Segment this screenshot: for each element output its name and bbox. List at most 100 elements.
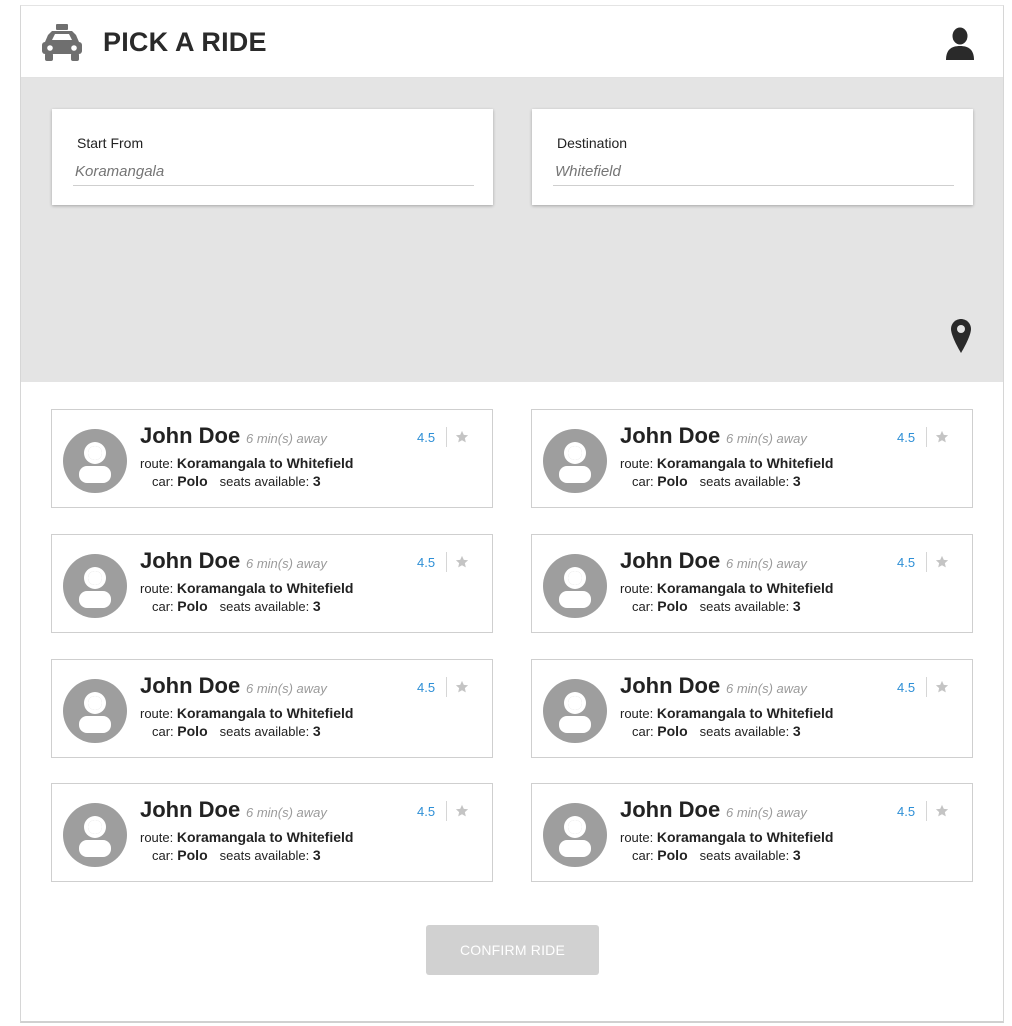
rating-value: 4.5 (897, 804, 916, 819)
ride-card[interactable]: John Doe 6 min(s) away 4.5 route: Koramanga… (51, 783, 493, 882)
rating-value: 4.5 (417, 555, 436, 570)
page-title: PICK A RIDE (103, 27, 267, 57)
driver-name: John Doe (140, 797, 241, 822)
car-info: car: Polo seats available: 3 (632, 598, 801, 614)
avatar (543, 679, 607, 743)
car-value: Polo (177, 723, 208, 739)
user-avatar-icon (559, 692, 591, 733)
avatar (63, 679, 127, 743)
eta-text: 6 min(s) away (246, 431, 327, 446)
rating-value: 4.5 (417, 430, 436, 445)
route-info: route: Koramangala to Whitefield (620, 580, 833, 596)
driver-name: John Doe (140, 548, 241, 573)
avatar (63, 803, 127, 867)
ride-card[interactable]: John Doe 6 min(s) away 4.5 route: Koramanga… (531, 659, 973, 758)
car-info: car: Polo seats available: 3 (632, 847, 801, 863)
route-info: route: Koramangala to Whitefield (620, 455, 833, 471)
rating-value: 4.5 (897, 430, 916, 445)
route-label: route: (140, 581, 174, 596)
rating-divider (446, 801, 447, 821)
route-label: route: (620, 456, 654, 471)
start-input[interactable] (73, 158, 474, 186)
ride-card[interactable]: John Doe 6 min(s) away 4.5 route: Koramanga… (51, 409, 493, 508)
map-area[interactable]: Start From Destination (21, 78, 1003, 382)
eta-text: 6 min(s) away (246, 805, 327, 820)
route-info: route: Koramangala to Whitefield (620, 705, 833, 721)
seats-label: seats available: (219, 474, 310, 489)
car-info: car: Polo seats available: 3 (152, 847, 321, 863)
rating-divider (446, 427, 447, 447)
confirm-ride-button[interactable]: CONFIRM RIDE (426, 925, 599, 975)
driver-name: John Doe (140, 423, 241, 448)
seats-value: 3 (792, 723, 801, 739)
driver-name: John Doe (140, 673, 241, 698)
seats-value: 3 (312, 847, 321, 863)
avatar (543, 429, 607, 493)
route-label: route: (140, 706, 174, 721)
seats-value: 3 (792, 473, 801, 489)
route-label: route: (620, 830, 654, 845)
eta-text: 6 min(s) away (726, 681, 807, 696)
car-info: car: Polo seats available: 3 (152, 598, 321, 614)
ride-card[interactable]: John Doe 6 min(s) away 4.5 route: Koramanga… (531, 409, 973, 508)
user-icon[interactable] (945, 27, 975, 61)
car-label: car: (632, 724, 654, 739)
star-icon[interactable] (935, 555, 949, 569)
eta-text: 6 min(s) away (246, 556, 327, 571)
rating-divider (926, 552, 927, 572)
seats-label: seats available: (699, 724, 790, 739)
driver-name: John Doe (620, 797, 721, 822)
route-label: route: (140, 830, 174, 845)
user-avatar-icon (79, 692, 111, 733)
avatar (63, 554, 127, 618)
seats-value: 3 (312, 723, 321, 739)
car-value: Polo (177, 847, 208, 863)
eta-text: 6 min(s) away (726, 556, 807, 571)
car-info: car: Polo seats available: 3 (152, 473, 321, 489)
start-location-card: Start From (52, 109, 493, 205)
eta-text: 6 min(s) away (726, 431, 807, 446)
route-info: route: Koramangala to Whitefield (140, 705, 353, 721)
star-icon[interactable] (455, 680, 469, 694)
car-value: Polo (657, 598, 688, 614)
ride-card[interactable]: John Doe 6 min(s) away 4.5 route: Koramanga… (51, 659, 493, 758)
route-label: route: (620, 581, 654, 596)
car-label: car: (632, 599, 654, 614)
user-avatar-icon (79, 567, 111, 608)
user-avatar-icon (559, 816, 591, 857)
star-icon[interactable] (455, 430, 469, 444)
ride-card[interactable]: John Doe 6 min(s) away 4.5 route: Koramanga… (531, 783, 973, 882)
star-icon[interactable] (935, 680, 949, 694)
car-value: Polo (657, 473, 688, 489)
route-value: Koramangala to Whitefield (176, 705, 354, 721)
star-icon[interactable] (455, 804, 469, 818)
route-info: route: Koramangala to Whitefield (140, 829, 353, 845)
driver-name: John Doe (620, 548, 721, 573)
seats-label: seats available: (219, 599, 310, 614)
star-icon[interactable] (935, 430, 949, 444)
star-icon[interactable] (455, 555, 469, 569)
user-avatar-icon (559, 442, 591, 483)
car-info: car: Polo seats available: 3 (152, 723, 321, 739)
route-info: route: Koramangala to Whitefield (620, 829, 833, 845)
route-value: Koramangala to Whitefield (176, 580, 354, 596)
car-label: car: (152, 599, 174, 614)
car-info: car: Polo seats available: 3 (632, 723, 801, 739)
map-pin-icon[interactable] (950, 318, 972, 354)
rating-divider (926, 427, 927, 447)
route-value: Koramangala to Whitefield (176, 455, 354, 471)
driver-name: John Doe (620, 423, 721, 448)
car-label: car: (152, 848, 174, 863)
rating-divider (446, 552, 447, 572)
rating-divider (446, 677, 447, 697)
ride-card[interactable]: John Doe 6 min(s) away 4.5 route: Koramanga… (51, 534, 493, 633)
rating-divider (926, 677, 927, 697)
rating-value: 4.5 (417, 804, 436, 819)
taxi-icon (42, 24, 82, 61)
route-label: route: (620, 706, 654, 721)
ride-card[interactable]: John Doe 6 min(s) away 4.5 route: Koramanga… (531, 534, 973, 633)
star-icon[interactable] (935, 804, 949, 818)
route-info: route: Koramangala to Whitefield (140, 580, 353, 596)
destination-input[interactable] (553, 158, 954, 186)
car-value: Polo (177, 473, 208, 489)
